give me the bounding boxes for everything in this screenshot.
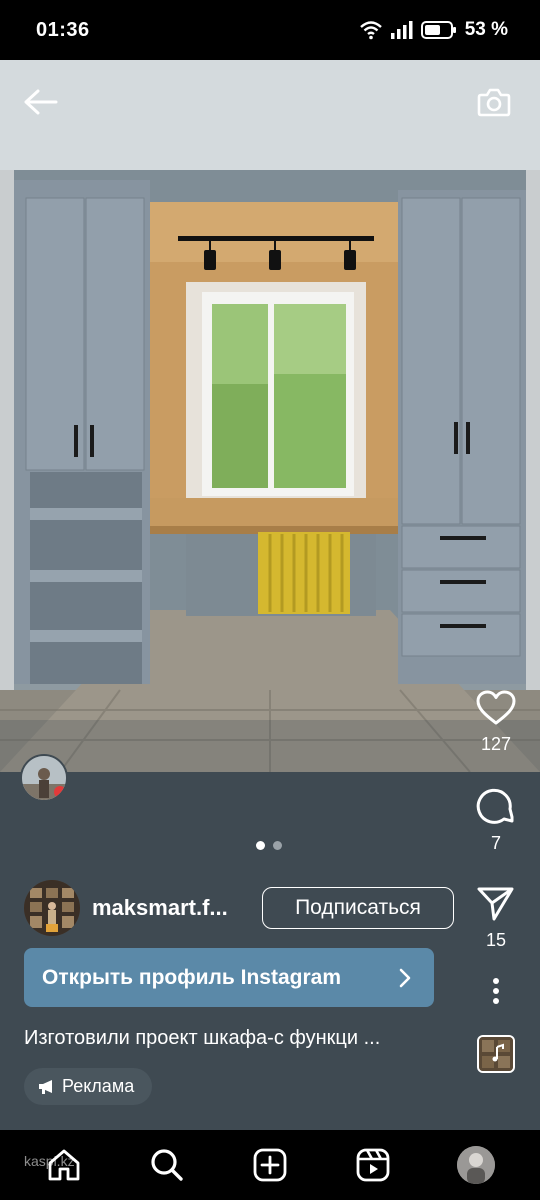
post-actions: 127 7 15: [472, 690, 520, 1073]
status-icons: 53 %: [359, 19, 508, 41]
chevron-right-icon: [399, 968, 411, 987]
carousel-dot: [273, 841, 282, 850]
share-button[interactable]: 15: [477, 886, 515, 951]
signal-icon: [390, 21, 413, 39]
open-profile-button[interactable]: Открыть профиль Instagram: [24, 948, 434, 1007]
post-image[interactable]: [0, 60, 540, 772]
subscribe-button[interactable]: Подписаться: [262, 887, 454, 929]
bottom-navigation: [0, 1130, 540, 1200]
author-avatar[interactable]: [24, 880, 80, 936]
post-caption[interactable]: Изготовили проект шкафа-с функци ...: [24, 1027, 464, 1050]
like-count: 127: [480, 734, 512, 754]
comment-button[interactable]: 7: [476, 785, 516, 854]
ad-label-chip[interactable]: Реклама: [24, 1068, 153, 1105]
camera-icon: [477, 88, 511, 117]
comment-icon: [476, 788, 514, 824]
battery-percent: 53 %: [464, 19, 508, 40]
more-button[interactable]: [491, 977, 501, 1005]
back-button[interactable]: [20, 82, 60, 122]
battery-icon: [420, 21, 456, 39]
nav-search[interactable]: [142, 1140, 192, 1190]
heart-icon: [476, 690, 516, 725]
back-arrow-icon: [24, 89, 58, 115]
nav-create[interactable]: [245, 1140, 295, 1190]
status-time: 01:36: [36, 18, 90, 41]
open-profile-label: Открыть профиль Instagram: [42, 965, 341, 989]
wardrobe-photo: [0, 60, 540, 772]
reels-icon: [356, 1148, 390, 1182]
megaphone-icon: [39, 1079, 52, 1094]
status-bar: 01:36 53 %: [0, 0, 540, 60]
author-username[interactable]: maksmart.f...: [92, 895, 228, 921]
nav-profile[interactable]: [451, 1140, 501, 1190]
camera-button[interactable]: [474, 82, 514, 122]
carousel-indicator: [256, 841, 282, 850]
nav-reels[interactable]: [348, 1140, 398, 1190]
plus-square-icon: [253, 1148, 287, 1182]
ad-label: Реклама: [62, 1076, 135, 1096]
watermark: kaspi.kz: [24, 1153, 75, 1169]
tagged-user-avatar[interactable]: [20, 754, 68, 802]
profile-avatar: [457, 1146, 496, 1184]
carousel-dot-active: [256, 841, 265, 850]
share-count: 15: [485, 930, 507, 950]
search-icon: [151, 1149, 183, 1181]
send-icon: [477, 887, 514, 921]
post-author[interactable]: maksmart.f...: [24, 880, 228, 936]
wifi-icon: [359, 21, 382, 40]
more-icon: [493, 978, 499, 1004]
comment-count: 7: [490, 833, 501, 853]
like-button[interactable]: 127: [476, 690, 516, 755]
audio-thumbnail[interactable]: [477, 1035, 515, 1073]
